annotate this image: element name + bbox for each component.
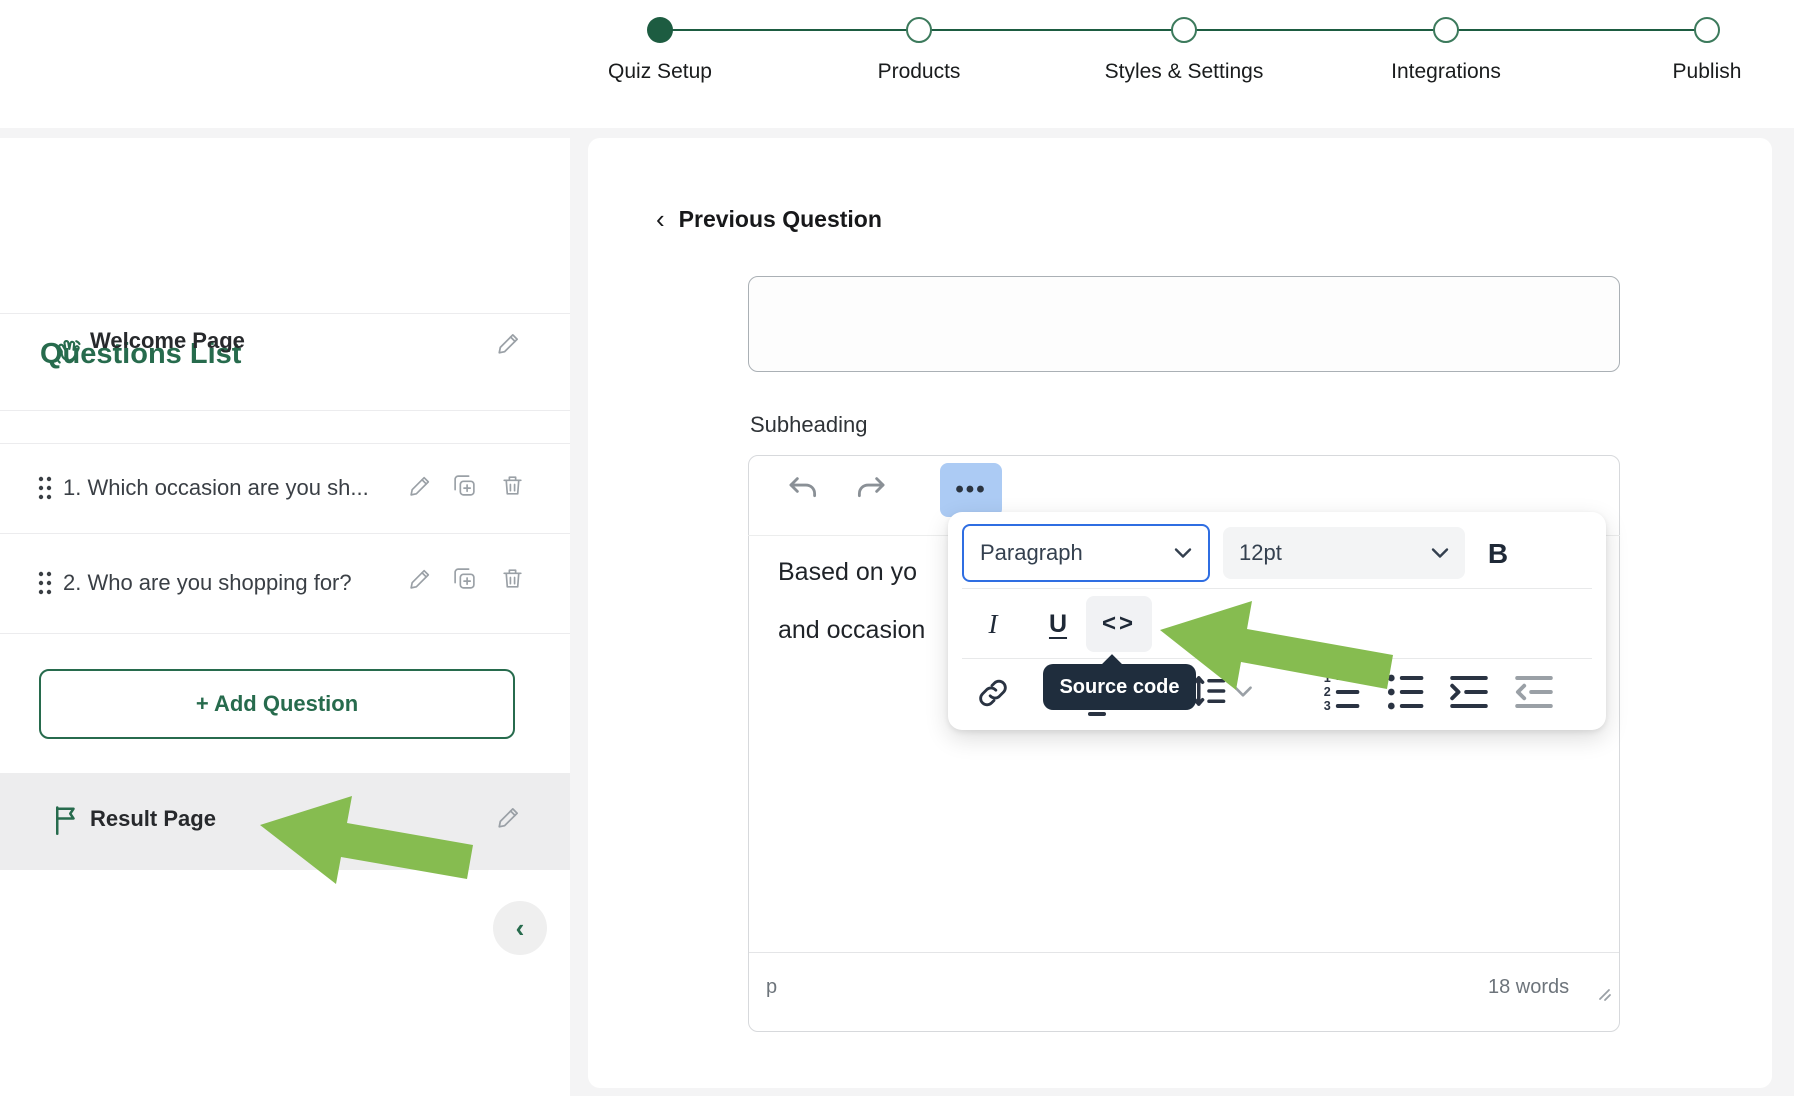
question-row-1[interactable]: 1. Which occasion are you sh... (0, 443, 570, 533)
trash-icon[interactable] (500, 566, 525, 591)
step-label-styles-settings[interactable]: Styles & Settings (1105, 60, 1264, 84)
resize-handle-icon[interactable] (1594, 984, 1614, 1004)
step-dot-products[interactable] (906, 17, 932, 43)
step-label-publish[interactable]: Publish (1673, 60, 1742, 84)
indent-icon[interactable] (1448, 671, 1490, 713)
source-code-button[interactable]: <> (1086, 596, 1152, 652)
word-count: 18 words (1488, 976, 1569, 999)
editor-text-line[interactable]: and occasion (778, 616, 925, 645)
paragraph-format-select[interactable]: Paragraph (962, 524, 1210, 582)
edit-pencil-icon[interactable] (496, 804, 522, 830)
sidebar-item-welcome-page[interactable]: Welcome Page (0, 314, 570, 410)
step-label-quiz-setup[interactable]: Quiz Setup (608, 60, 712, 84)
redo-icon[interactable] (854, 474, 888, 506)
previous-question-label: Previous Question (679, 206, 882, 233)
subheading-label: Subheading (750, 412, 867, 438)
step-dot-integrations[interactable] (1433, 17, 1459, 43)
undo-icon[interactable] (786, 474, 820, 506)
flag-icon (51, 803, 81, 837)
edit-pencil-icon[interactable] (408, 473, 433, 498)
top-bar: Quiz Setup Products Styles & Settings In… (0, 0, 1794, 128)
ordered-list-icon[interactable]: 1 2 3 (1322, 671, 1362, 713)
step-dot-styles-settings[interactable] (1171, 17, 1197, 43)
svg-text:1: 1 (1324, 671, 1331, 685)
font-size-select[interactable]: 12pt (1223, 527, 1465, 579)
question-label: 2. Who are you shopping for? (63, 570, 352, 596)
question-label: 1. Which occasion are you sh... (63, 475, 369, 501)
add-question-button[interactable]: + Add Question (39, 669, 515, 739)
divider (0, 410, 570, 411)
welcome-page-label: Welcome Page (90, 328, 245, 354)
underline-button[interactable]: U (1036, 598, 1080, 650)
divider (0, 633, 570, 634)
font-size-value: 12pt (1239, 540, 1282, 566)
drag-handle-icon[interactable] (36, 475, 54, 501)
step-label-products[interactable]: Products (878, 60, 961, 84)
element-path-indicator: p (766, 976, 777, 999)
link-icon[interactable] (975, 676, 1011, 710)
edit-pencil-icon[interactable] (408, 566, 433, 591)
heading-text-input[interactable] (748, 276, 1620, 372)
source-code-tooltip: Source code (1043, 664, 1196, 710)
duplicate-icon[interactable] (452, 566, 477, 591)
outdent-icon[interactable] (1513, 671, 1555, 713)
horizontal-rule-icon[interactable] (1088, 712, 1106, 716)
chevron-left-icon: ‹ (656, 204, 665, 235)
sidebar-item-result-page[interactable]: Result Page (0, 773, 570, 870)
statusbar-divider (749, 952, 1619, 953)
bold-button[interactable]: B (1480, 537, 1516, 571)
result-page-label: Result Page (90, 806, 216, 832)
question-row-2[interactable]: 2. Who are you shopping for? (0, 533, 570, 633)
paragraph-format-value: Paragraph (980, 540, 1083, 566)
step-label-integrations[interactable]: Integrations (1391, 60, 1501, 84)
italic-button[interactable]: I (974, 598, 1012, 650)
step-dot-publish[interactable] (1694, 17, 1720, 43)
duplicate-icon[interactable] (452, 473, 477, 498)
edit-pencil-icon[interactable] (496, 330, 522, 356)
questions-sidebar: Questions List Welcome Page 1. Which o (0, 138, 570, 1096)
popup-divider (962, 588, 1592, 589)
step-dot-quiz-setup[interactable] (647, 17, 673, 43)
editor-text-line[interactable]: Based on yo (778, 558, 917, 587)
chevron-down-icon[interactable] (1233, 685, 1253, 698)
svg-text:3: 3 (1324, 699, 1331, 713)
waving-hand-icon (53, 337, 83, 367)
trash-icon[interactable] (500, 473, 525, 498)
popup-divider (962, 658, 1592, 659)
bullet-list-icon[interactable] (1386, 671, 1426, 713)
drag-handle-icon[interactable] (36, 570, 54, 596)
svg-text:2: 2 (1324, 685, 1331, 699)
collapse-sidebar-button[interactable]: ‹ (493, 901, 547, 955)
toolbar-more-button[interactable]: ••• (940, 463, 1002, 517)
previous-question-button[interactable]: ‹ Previous Question (656, 204, 882, 235)
chevron-left-icon: ‹ (516, 913, 525, 944)
